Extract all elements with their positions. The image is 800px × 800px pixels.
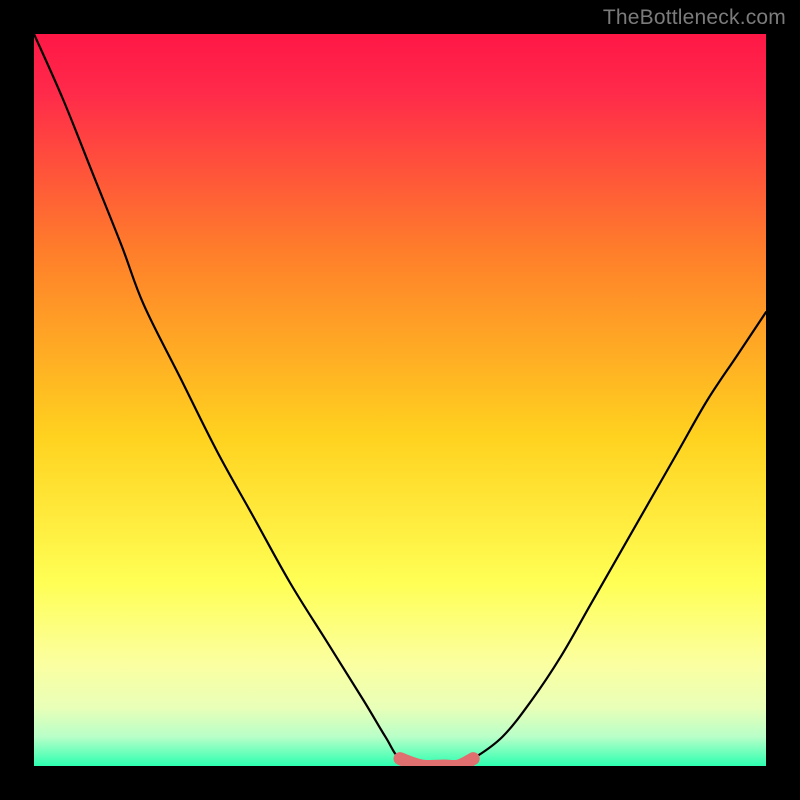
chart-svg: [34, 34, 766, 766]
plot-area: [34, 34, 766, 766]
gradient-background: [34, 34, 766, 766]
watermark-text: TheBottleneck.com: [603, 6, 786, 30]
chart-frame: TheBottleneck.com: [0, 0, 800, 800]
